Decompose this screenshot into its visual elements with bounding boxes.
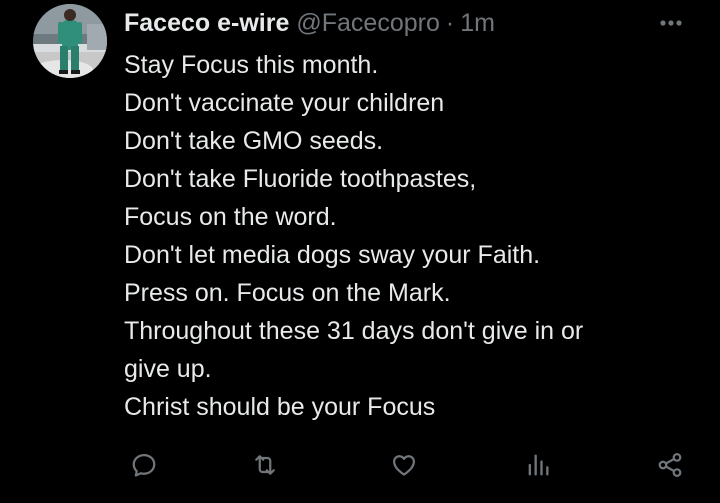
- post-header: Faceco e-wire @Facecopro · 1m: [124, 6, 495, 40]
- post-text: Stay Focus this month. Don't vaccinate y…: [124, 46, 704, 426]
- post-text-line: Focus on the word.: [124, 203, 337, 231]
- post-text-line: Don't take GMO seeds.: [124, 127, 384, 155]
- repost-button[interactable]: [245, 445, 285, 485]
- share-icon: [658, 453, 682, 477]
- header-separator: ·: [445, 9, 455, 37]
- avatar-image: [33, 4, 107, 78]
- views-icon: [528, 454, 549, 476]
- more-dots-icon: [660, 20, 682, 26]
- post-text-line: Throughout these 31 days don't give in o…: [124, 317, 584, 345]
- post-text-line: give up.: [124, 355, 212, 383]
- reply-button[interactable]: [124, 445, 164, 485]
- tweet: Faceco e-wire @Facecopro · 1m Stay Focus…: [0, 0, 720, 503]
- post-text-line: Don't let media dogs sway your Faith.: [124, 241, 541, 269]
- more-options-button[interactable]: [654, 10, 688, 36]
- post-timestamp[interactable]: 1m: [460, 6, 495, 40]
- post-actions: [0, 445, 720, 485]
- share-button[interactable]: [650, 445, 690, 485]
- post-text-line: Don't take Fluoride toothpastes,: [124, 165, 477, 193]
- post-text-line: Christ should be your Focus: [124, 393, 436, 421]
- like-button[interactable]: [384, 445, 424, 485]
- post-text-line: Press on. Focus on the Mark.: [124, 279, 451, 307]
- views-button[interactable]: [518, 445, 558, 485]
- reply-icon: [132, 453, 156, 477]
- like-icon: [392, 455, 416, 476]
- post-text-line: Don't vaccinate your children: [124, 89, 445, 117]
- avatar[interactable]: [33, 4, 107, 78]
- author-display-name[interactable]: Faceco e-wire: [124, 6, 289, 40]
- repost-icon: [255, 455, 275, 475]
- author-handle[interactable]: @Facecopro: [296, 6, 440, 40]
- post-text-line: Stay Focus this month.: [124, 51, 379, 79]
